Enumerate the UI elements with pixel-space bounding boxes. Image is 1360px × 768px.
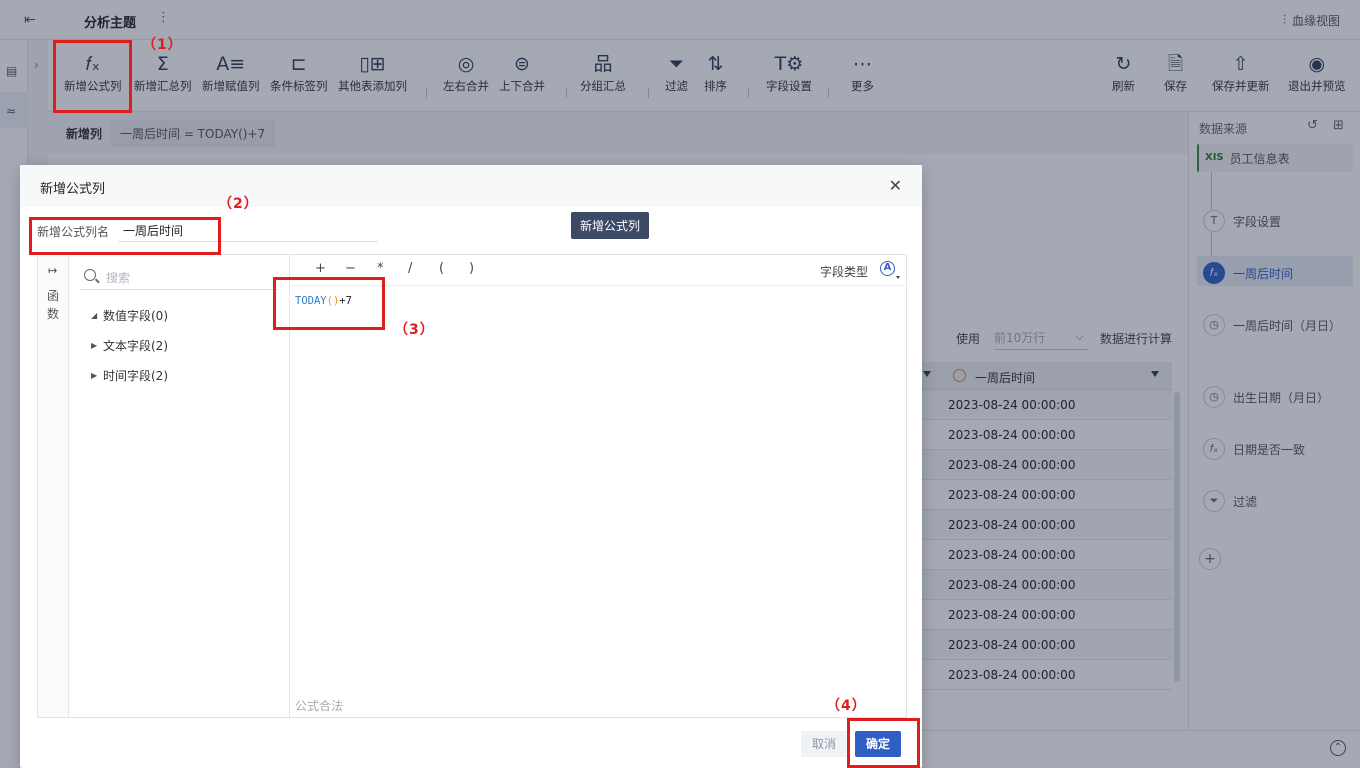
tree-label: 时间字段(2) bbox=[103, 369, 168, 383]
annotation-box-3 bbox=[273, 277, 385, 330]
field-type-label: 字段类型 bbox=[820, 265, 869, 279]
tree-time-fields[interactable]: ▶ 时间字段(2) bbox=[91, 367, 168, 384]
tree-label: 文本字段(2) bbox=[103, 339, 168, 353]
tree-label: 数值字段(0) bbox=[103, 309, 168, 323]
tooltip: 新增公式列 bbox=[571, 212, 650, 239]
annotation-label-4: （4） bbox=[826, 698, 867, 714]
dialog-title: 新增公式列 bbox=[40, 182, 106, 197]
caret-down-icon: ◢ bbox=[91, 311, 98, 320]
cancel-button[interactable]: 取消 bbox=[801, 731, 847, 757]
operator-plus[interactable]: + bbox=[315, 261, 326, 276]
field-search[interactable]: 搜索 bbox=[80, 264, 278, 290]
annotation-box-2 bbox=[29, 217, 221, 255]
annotation-box-4 bbox=[847, 718, 920, 768]
field-type-text-icon[interactable]: A bbox=[880, 261, 900, 279]
search-icon bbox=[84, 269, 96, 281]
dialog-header: 新增公式列 ✕ bbox=[20, 165, 922, 207]
tree-text-fields[interactable]: ▶ 文本字段(2) bbox=[91, 337, 168, 354]
close-icon[interactable]: ✕ bbox=[889, 176, 902, 195]
annotation-label-3: （3） bbox=[394, 322, 435, 338]
operator-multiply[interactable]: * bbox=[377, 261, 384, 276]
operator-minus[interactable]: − bbox=[345, 261, 356, 276]
add-formula-column-dialog: 新增公式列 ✕ 新增公式列 新增公式列名 ↦ 函数 搜索 ◢ 数值字段(0) ▶… bbox=[20, 165, 922, 768]
annotation-label-1: （1） bbox=[142, 37, 183, 53]
annotation-label-2: （2） bbox=[218, 196, 259, 212]
tree-numeric-fields[interactable]: ◢ 数值字段(0) bbox=[91, 307, 168, 324]
function-rail-label: 函数 bbox=[47, 289, 60, 321]
function-rail[interactable]: ↦ 函数 bbox=[38, 255, 69, 717]
caret-right-icon: ▶ bbox=[91, 341, 98, 350]
annotation-box-1 bbox=[53, 40, 132, 113]
expand-functions-icon[interactable]: ↦ bbox=[48, 264, 57, 277]
formula-editor: ↦ 函数 搜索 ◢ 数值字段(0) ▶ 文本字段(2) ▶ 时间字段(2) + … bbox=[37, 254, 907, 718]
caret-right-icon: ▶ bbox=[91, 371, 98, 380]
search-placeholder: 搜索 bbox=[106, 271, 131, 285]
operator-divide[interactable]: / bbox=[408, 261, 412, 276]
operator-open-paren[interactable]: ( bbox=[439, 261, 444, 276]
field-pane: 搜索 ◢ 数值字段(0) ▶ 文本字段(2) ▶ 时间字段(2) bbox=[69, 255, 290, 717]
operator-close-paren[interactable]: ) bbox=[469, 261, 474, 276]
formula-valid-status: 公式合法 bbox=[295, 699, 344, 713]
